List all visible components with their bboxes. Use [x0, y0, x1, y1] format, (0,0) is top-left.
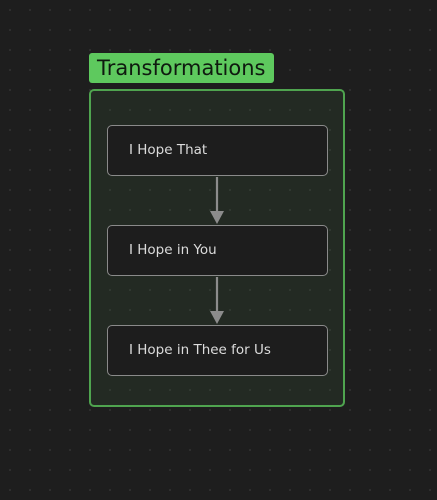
diagram-canvas[interactable]: Transformations I Hope That I Hope in Yo… — [0, 0, 437, 500]
node-i-hope-that[interactable]: I Hope That — [107, 125, 328, 176]
group-title: Transformations — [89, 53, 274, 83]
node-i-hope-in-thee-for-us[interactable]: I Hope in Thee for Us — [107, 325, 328, 376]
node-i-hope-in-you[interactable]: I Hope in You — [107, 225, 328, 276]
